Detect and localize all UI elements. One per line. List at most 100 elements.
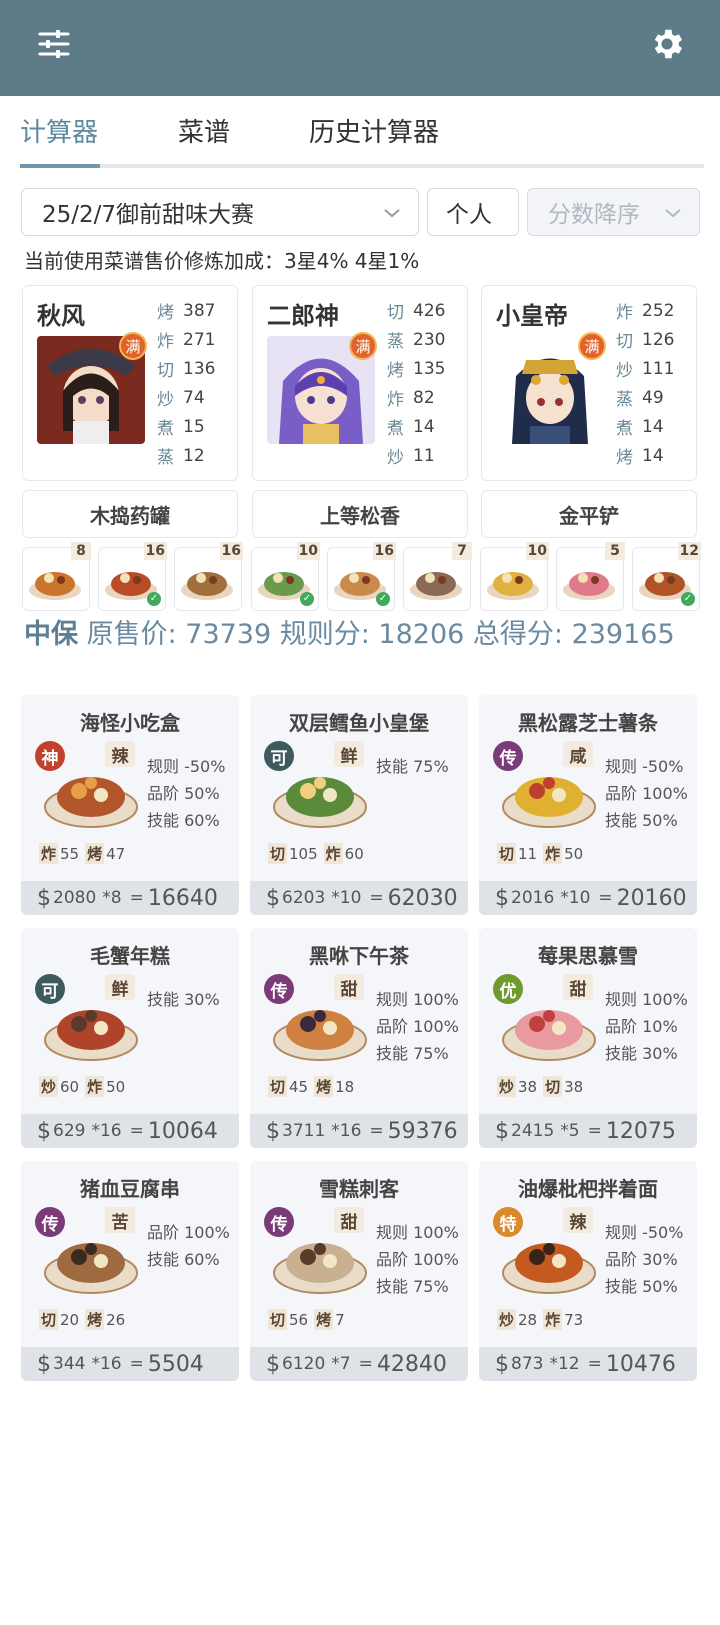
dish-card[interactable]: 黑咻下午茶传 甜规则 100% 品阶 100% 技能 75% 切 45 烤 18 $3711 *1… (250, 928, 468, 1148)
dish-card[interactable]: 双层鳕鱼小皇堡可鲜技能 75% 切 105 炸 60 $6203 *10 = 62030 (250, 695, 468, 915)
dish-total: 20160 (616, 885, 687, 911)
skill-name: 蒸 (157, 448, 174, 468)
material-slot[interactable]: 10 (480, 542, 549, 611)
skill-requirement-value: 11 (518, 844, 538, 863)
skill-value: 271 (183, 329, 216, 350)
skill-requirement-name: 炒 (497, 1309, 517, 1330)
max-level-badge: 满 (349, 332, 377, 360)
dish-card[interactable]: 雪糕刺客传 甜规则 100% 品阶 100% 技能 75% 切 56 烤 7 $6120 *7 = 4… (250, 1161, 468, 1381)
tab-recipes[interactable]: 菜谱 (178, 112, 230, 149)
skill-requirement-name: 炒 (497, 1076, 517, 1097)
dish-bonus: 规则 -50% (147, 757, 226, 776)
dish-card[interactable]: 黑松露芝士薯条传 咸规则 -50% 品阶 100% 技能 50% 切 11 炸 50 $2016… (479, 695, 697, 915)
skill-name: 烤 (616, 448, 633, 468)
material-slot[interactable]: 7 (403, 542, 472, 611)
skill-requirement-name: 切 (268, 1076, 288, 1097)
material-slot[interactable]: 16 ✓ (98, 542, 167, 611)
rarity-badge: 特 (493, 1207, 523, 1237)
dish-card[interactable]: 莓果思慕雪优甜规则 100% 品阶 10% 技能 30% 炒 38 切 38 $2415 *5 =… (479, 928, 697, 1148)
chef-card[interactable]: 秋风 满 烤 387 炸 271 切 136 炒 74 煮 15 蒸 12 (22, 285, 238, 481)
dish-bonus: 技能 50% (605, 1277, 678, 1296)
skill-requirement-value: 38 (518, 1077, 538, 1096)
skill-requirement-name: 切 (39, 1309, 59, 1330)
dish-bonus: 技能 60% (147, 1250, 220, 1269)
dish-bonus-list: 技能 30% (147, 986, 220, 1013)
max-level-badge: 满 (578, 332, 606, 360)
material-slot[interactable]: 12 ✓ (632, 542, 701, 611)
sliders-icon[interactable] (30, 20, 78, 68)
dish-quantity: *10 (560, 888, 591, 908)
dish-card[interactable]: 海怪小吃盒神 辣规则 -50% 品阶 50% 技能 60% 炸 55 烤 47 $2080 *8 =… (21, 695, 239, 915)
dish-bonus-list: 品阶 100% 技能 60% (147, 1219, 230, 1273)
dish-bonus: 品阶 30% (605, 1250, 678, 1269)
skill-requirement: 切 11 (497, 843, 537, 864)
dish-bonus-list: 规则 -50% 品阶 100% 技能 50% (605, 753, 688, 834)
chevron-down-icon (665, 209, 681, 218)
skill-value: 74 (183, 387, 205, 408)
dish-name: 猪血豆腐串 (80, 1177, 180, 1201)
contest-select[interactable]: 25/2/7御前甜味大赛 (21, 188, 419, 236)
dish-requirements: 切 45 烤 18 (268, 1076, 360, 1097)
equipment-slot[interactable]: 金平铲 (481, 490, 697, 538)
gear-icon[interactable] (643, 20, 691, 68)
score-summary-text: 原售价: 73739 规则分: 18206 总得分: 239165 (78, 619, 675, 650)
equals-sign: = (358, 1354, 373, 1374)
dish-card[interactable]: 油爆枇杷拌着面特 辣规则 -50% 品阶 30% 技能 50% 炒 28 炸 73 $873 *1… (479, 1161, 697, 1381)
rarity-badge: 传 (264, 974, 294, 1004)
skill-value: 252 (642, 300, 675, 321)
dish-card[interactable]: 猪血豆腐串传 苦品阶 100% 技能 60% 切 20 烤 26 $344 *16 = 5504 (21, 1161, 239, 1381)
flavor-tag: 甜 (563, 974, 593, 1000)
material-slot[interactable]: 10 ✓ (251, 542, 320, 611)
skill-name: 蒸 (616, 390, 633, 410)
dish-price-row: $6203 *10 = 62030 (250, 881, 468, 915)
dish-quantity: *16 (91, 1121, 122, 1141)
equipment-slot[interactable]: 上等松香 (252, 490, 468, 538)
dish-unit-price: 3711 (282, 1121, 326, 1141)
flavor-tag: 甜 (334, 1207, 364, 1233)
contest-select-value: 25/2/7御前甜味大赛 (42, 202, 255, 228)
chef-skill-list: 切 426 蒸 230 烤 135 炸 82 煮 14 炒 11 (387, 296, 445, 470)
sort-select-value: 分数降序 (548, 202, 640, 228)
dollar-icon: $ (495, 1118, 509, 1144)
skill-value: 136 (183, 358, 216, 379)
material-count: 16 (143, 542, 167, 560)
material-slot[interactable]: 16 ✓ (327, 542, 396, 611)
sort-select[interactable]: 分数降序 (527, 188, 700, 236)
skill-value: 49 (642, 387, 664, 408)
tab-calculator[interactable]: 计算器 (20, 112, 98, 149)
chef-card[interactable]: 二郎神 满 切 426 蒸 230 烤 135 炸 82 煮 14 炒 11 (252, 285, 468, 481)
dish-bonus-list: 规则 100% 品阶 10% 技能 30% (605, 986, 688, 1067)
material-count: 10 (296, 542, 320, 560)
skill-name: 烤 (157, 303, 174, 323)
skill-requirement-name: 切 (268, 1309, 288, 1330)
equipment-slot[interactable]: 木捣药罐 (22, 490, 238, 538)
dish-quantity: *12 (549, 1354, 580, 1374)
dish-bonus-list: 规则 -50% 品阶 30% 技能 50% (605, 1219, 683, 1300)
dish-requirements: 切 105 炸 60 (268, 843, 370, 864)
material-slot[interactable]: 16 (174, 542, 243, 611)
material-slot[interactable]: 5 (556, 542, 625, 611)
dish-bonus: 规则 -50% (605, 757, 684, 776)
skill-value: 15 (183, 416, 205, 437)
material-count: 7 (452, 542, 472, 560)
material-slot[interactable]: 8 (22, 542, 91, 611)
dish-bonus: 规则 -50% (605, 1223, 684, 1242)
dish-bonus: 品阶 100% (376, 1250, 459, 1269)
skill-requirement-name: 烤 (85, 843, 105, 864)
skill-value: 12 (183, 445, 205, 466)
chef-card[interactable]: 小皇帝 满 炸 252 切 126 炒 111 蒸 49 煮 14 烤 14 (481, 285, 697, 481)
mode-select[interactable]: 个人 (427, 188, 519, 236)
tab-history-calculator[interactable]: 历史计算器 (309, 112, 439, 149)
dish-card[interactable]: 毛蟹年糕可 鲜技能 30% 炒 60 炸 50 $629 *16 = 10064 (21, 928, 239, 1148)
flavor-tag: 辣 (105, 741, 135, 767)
skill-value: 14 (642, 445, 664, 466)
chef-name: 二郎神 (267, 302, 339, 330)
material-count: 10 (525, 542, 549, 560)
dish-price-row: $344 *16 = 5504 (21, 1347, 239, 1381)
skill-requirement: 炸 50 (85, 1076, 125, 1097)
dish-bonus: 技能 30% (147, 990, 220, 1009)
tab-divider (20, 164, 704, 168)
flavor-tag: 甜 (334, 974, 364, 1000)
skill-name: 煮 (387, 419, 404, 439)
dish-price-row: $6120 *7 = 42840 (250, 1347, 468, 1381)
